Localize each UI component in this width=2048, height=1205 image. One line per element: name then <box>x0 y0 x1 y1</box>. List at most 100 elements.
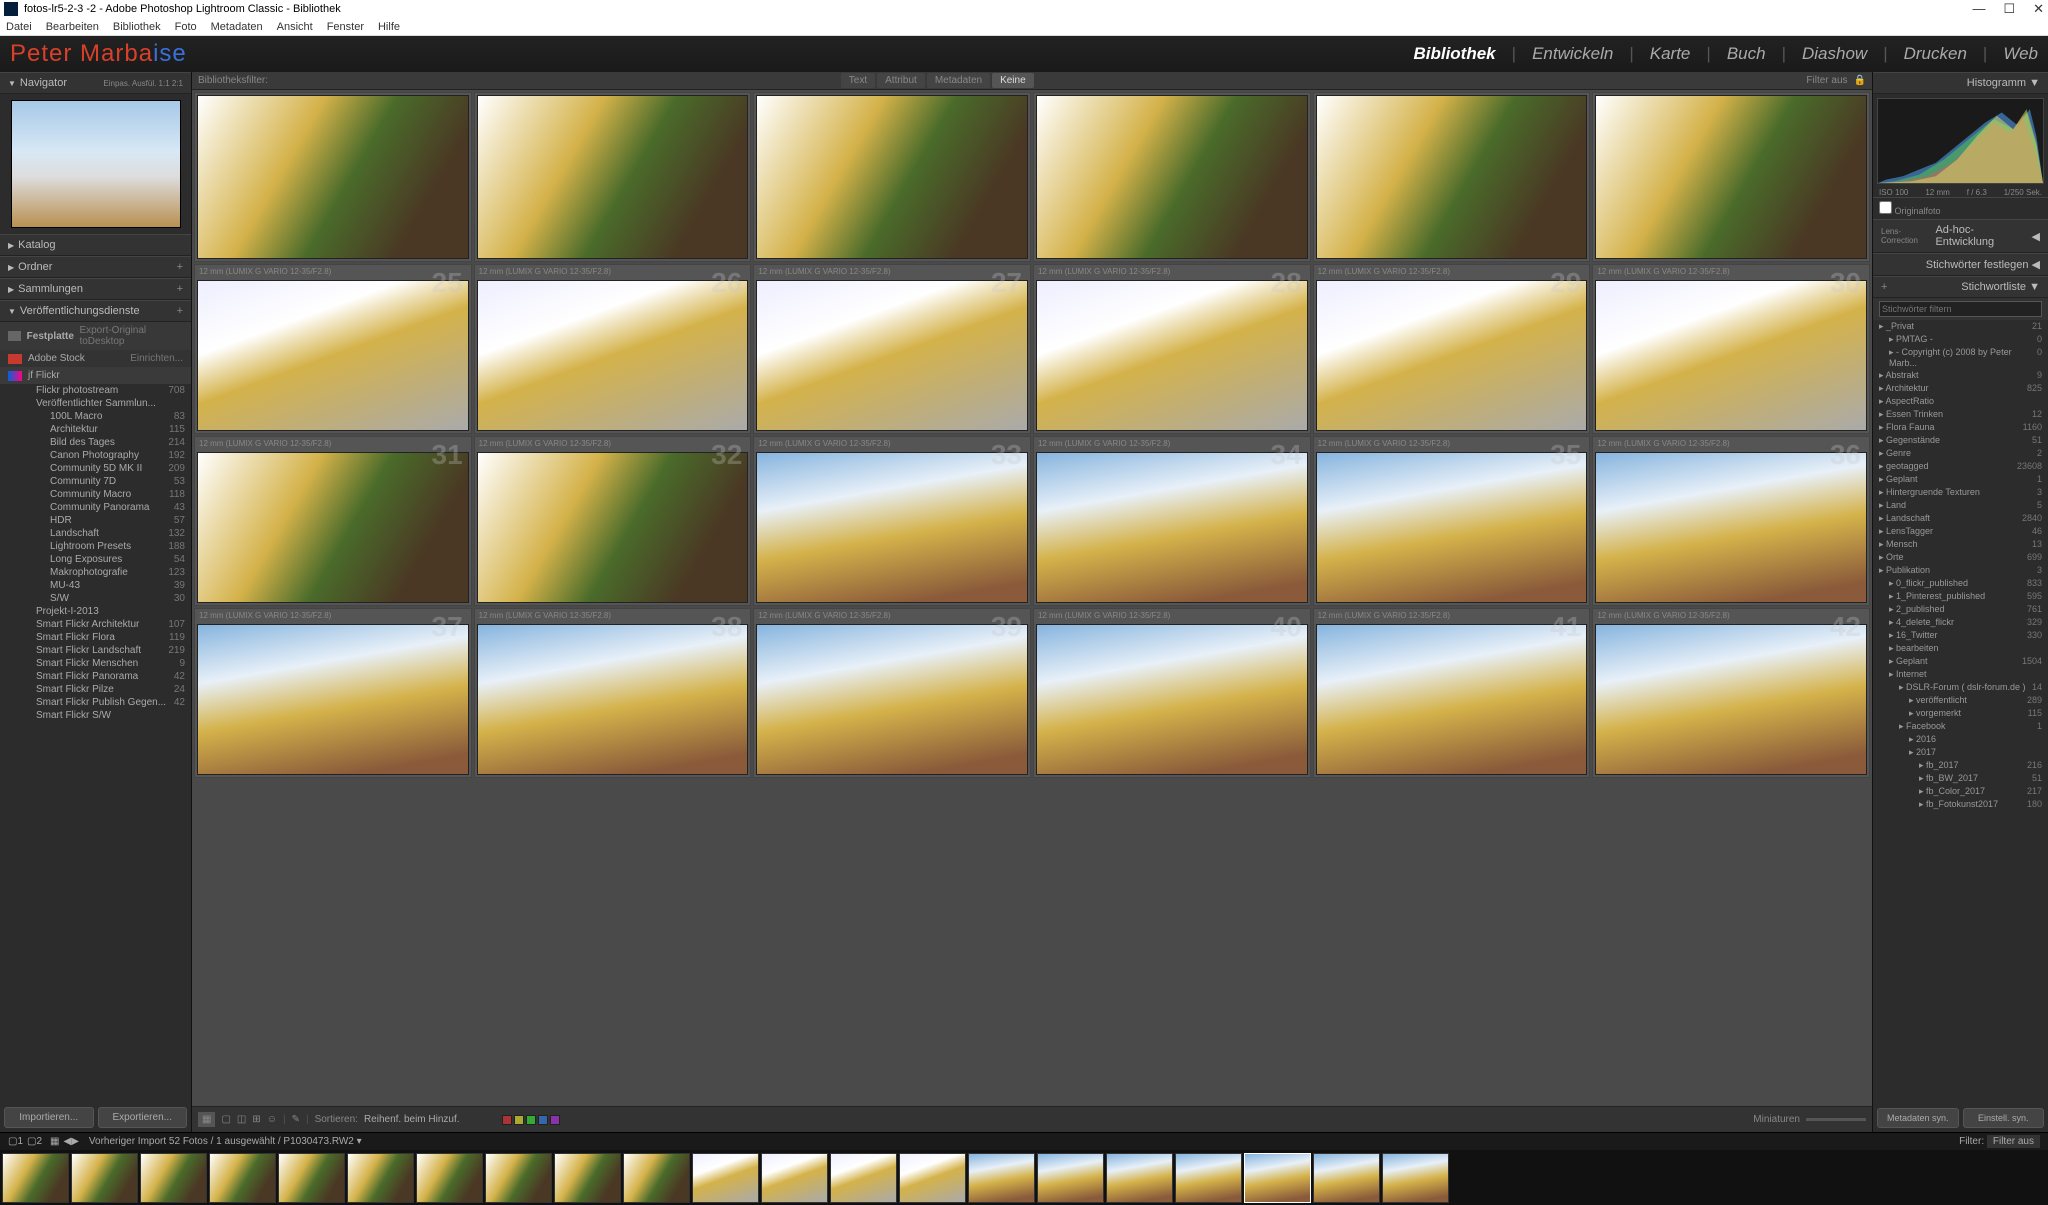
filmstrip-thumb[interactable] <box>209 1153 276 1203</box>
originalfoto-checkbox[interactable] <box>1879 201 1892 214</box>
grid-cell[interactable]: 12 mm (LUMIX G VARIO 12-35/F2.8)25 <box>194 264 472 434</box>
painter-tool[interactable]: ✎ <box>292 1114 300 1125</box>
keywordlist-header[interactable]: +Stichwortliste ▼ <box>1873 276 2048 298</box>
grid-cell[interactable]: 12 mm (LUMIX G VARIO 12-35/F2.8)41 <box>1313 608 1591 778</box>
filmstrip-thumb[interactable] <box>968 1153 1035 1203</box>
navigator-header[interactable]: ▼Navigator Einpas. Ausfül. 1:1 2:1 <box>0 72 191 94</box>
keyword-item[interactable]: ▸ Mensch13 <box>1873 538 2048 551</box>
grid-cell[interactable]: 12 mm (LUMIX G VARIO 12-35/F2.8)36 <box>1592 436 1870 606</box>
grid-view-button[interactable]: ▦ <box>198 1112 215 1127</box>
publish-item[interactable]: Landschaft132 <box>0 527 191 540</box>
keyword-item[interactable]: ▸ 2016 <box>1873 733 2048 746</box>
grid-cell[interactable] <box>194 92 472 262</box>
module-bibliothek[interactable]: Bibliothek <box>1413 44 1495 64</box>
navigator-preview[interactable] <box>11 100 181 228</box>
keyword-item[interactable]: ▸ 16_Twitter330 <box>1873 629 2048 642</box>
grid-cell[interactable]: 12 mm (LUMIX G VARIO 12-35/F2.8)34 <box>1033 436 1311 606</box>
grid-cell[interactable]: 12 mm (LUMIX G VARIO 12-35/F2.8)26 <box>474 264 752 434</box>
menu-hilfe[interactable]: Hilfe <box>378 21 400 33</box>
keyword-item[interactable]: ▸ AspectRatio <box>1873 395 2048 408</box>
filmstrip-thumb[interactable] <box>1244 1153 1311 1203</box>
import-button[interactable]: Importieren... <box>4 1107 94 1128</box>
keyword-item[interactable]: ▸ fb_Fotokunst2017180 <box>1873 798 2048 811</box>
module-diashow[interactable]: Diashow <box>1802 44 1867 64</box>
filmstrip-thumb[interactable] <box>899 1153 966 1203</box>
keyword-item[interactable]: ▸ _Privat21 <box>1873 320 2048 333</box>
publish-item[interactable]: Long Exposures54 <box>0 553 191 566</box>
grid-cell[interactable]: 12 mm (LUMIX G VARIO 12-35/F2.8)35 <box>1313 436 1591 606</box>
grid-cell[interactable]: 12 mm (LUMIX G VARIO 12-35/F2.8)31 <box>194 436 472 606</box>
filmstrip-thumb[interactable] <box>140 1153 207 1203</box>
histogram-header[interactable]: Histogramm ▼ <box>1873 72 2048 94</box>
navigator-zoom-options[interactable]: Einpas. Ausfül. 1:1 2:1 <box>103 79 183 88</box>
catalog-header[interactable]: ▶Katalog <box>0 234 191 256</box>
survey-view-button[interactable]: ⊞ <box>252 1114 260 1125</box>
grid-cell[interactable]: 12 mm (LUMIX G VARIO 12-35/F2.8)29 <box>1313 264 1591 434</box>
loupe-view-button[interactable]: ▢ <box>221 1114 230 1125</box>
module-karte[interactable]: Karte <box>1650 44 1691 64</box>
filmstrip-thumb[interactable] <box>554 1153 621 1203</box>
keyword-item[interactable]: ▸ 0_flickr_published833 <box>1873 577 2048 590</box>
export-button[interactable]: Exportieren... <box>98 1107 188 1128</box>
compare-view-button[interactable]: ◫ <box>237 1114 246 1125</box>
grid-cell[interactable]: 12 mm (LUMIX G VARIO 12-35/F2.8)27 <box>753 264 1031 434</box>
keyword-item[interactable]: ▸ 4_delete_flickr329 <box>1873 616 2048 629</box>
secondary-monitor-icon[interactable]: ▢1 <box>8 1136 23 1147</box>
filmstrip-thumb[interactable] <box>347 1153 414 1203</box>
module-drucken[interactable]: Drucken <box>1904 44 1967 64</box>
filmstrip-thumb[interactable] <box>1175 1153 1242 1203</box>
people-view-button[interactable]: ☺ <box>267 1114 277 1125</box>
grid-cell[interactable]: 12 mm (LUMIX G VARIO 12-35/F2.8)30 <box>1592 264 1870 434</box>
filmstrip-thumb[interactable] <box>2 1153 69 1203</box>
grid-cell[interactable]: 12 mm (LUMIX G VARIO 12-35/F2.8)38 <box>474 608 752 778</box>
module-buch[interactable]: Buch <box>1727 44 1766 64</box>
maximize-button[interactable]: ☐ <box>2003 1 2015 17</box>
grid-cell[interactable] <box>474 92 752 262</box>
filmstrip-thumb[interactable] <box>761 1153 828 1203</box>
grid-cell[interactable]: 12 mm (LUMIX G VARIO 12-35/F2.8)42 <box>1592 608 1870 778</box>
publish-adobestock[interactable]: Adobe StockEinrichten... <box>0 350 191 367</box>
folders-header[interactable]: ▶Ordner+ <box>0 256 191 278</box>
menu-metadaten[interactable]: Metadaten <box>211 21 263 33</box>
publish-item[interactable]: Smart Flickr Publish Gegen...42 <box>0 696 191 709</box>
publish-item[interactable]: Smart Flickr Architektur107 <box>0 618 191 631</box>
keyword-item[interactable]: ▸ PMTAG -0 <box>1873 333 2048 346</box>
source-indicator[interactable]: Vorheriger Import 52 Fotos / 1 ausgewähl… <box>89 1136 362 1147</box>
secondary-monitor-2-icon[interactable]: ▢2 <box>27 1136 42 1147</box>
filter-tab-attribut[interactable]: Attribut <box>877 73 925 88</box>
keyword-item[interactable]: ▸ Publikation3 <box>1873 564 2048 577</box>
quickdev-header[interactable]: Lens-CorrectionAd-hoc-Entwicklung ◀ <box>1873 219 2048 253</box>
publish-item[interactable]: Smart Flickr S/W <box>0 709 191 722</box>
filmstrip-thumb[interactable] <box>1106 1153 1173 1203</box>
filter-preset[interactable]: Filter aus <box>1806 75 1847 86</box>
nav-back-icon[interactable]: ◀ <box>63 1136 71 1147</box>
publish-item[interactable]: Makrophotografie123 <box>0 566 191 579</box>
grid-icon[interactable]: ▦ <box>50 1136 59 1147</box>
filmstrip-thumb[interactable] <box>278 1153 345 1203</box>
publish-item[interactable]: Community Panorama43 <box>0 501 191 514</box>
keyword-item[interactable]: ▸ 1_Pinterest_published595 <box>1873 590 2048 603</box>
module-web[interactable]: Web <box>2003 44 2038 64</box>
keyword-item[interactable]: ▸ Essen Trinken12 <box>1873 408 2048 421</box>
publish-services-header[interactable]: ▼Veröffentlichungsdienste+ <box>0 300 191 322</box>
publish-item[interactable]: Community 5D MK II209 <box>0 462 191 475</box>
keyword-item[interactable]: ▸ 2017 <box>1873 746 2048 759</box>
filter-lock-icon[interactable]: 🔒 <box>1854 75 1866 86</box>
grid-cell[interactable]: 12 mm (LUMIX G VARIO 12-35/F2.8)32 <box>474 436 752 606</box>
publish-item[interactable]: Lightroom Presets188 <box>0 540 191 553</box>
keyword-item[interactable]: ▸ Land5 <box>1873 499 2048 512</box>
publish-item[interactable]: Veröffentlichter Sammlun... <box>0 397 191 410</box>
menu-bearbeiten[interactable]: Bearbeiten <box>46 21 99 33</box>
grid-cell[interactable] <box>753 92 1031 262</box>
keyword-item[interactable]: ▸ Abstrakt9 <box>1873 369 2048 382</box>
publish-item[interactable]: S/W30 <box>0 592 191 605</box>
menu-ansicht[interactable]: Ansicht <box>277 21 313 33</box>
keyword-item[interactable]: ▸ Orte699 <box>1873 551 2048 564</box>
filmstrip-thumb[interactable] <box>1037 1153 1104 1203</box>
keyword-item[interactable]: ▸ fb_BW_201751 <box>1873 772 2048 785</box>
filmstrip[interactable] <box>0 1150 2048 1205</box>
grid-cell[interactable]: 12 mm (LUMIX G VARIO 12-35/F2.8)28 <box>1033 264 1311 434</box>
keyword-item[interactable]: ▸ fb_Color_2017217 <box>1873 785 2048 798</box>
module-entwickeln[interactable]: Entwickeln <box>1532 44 1613 64</box>
keyword-item[interactable]: ▸ Hintergruende Texturen3 <box>1873 486 2048 499</box>
